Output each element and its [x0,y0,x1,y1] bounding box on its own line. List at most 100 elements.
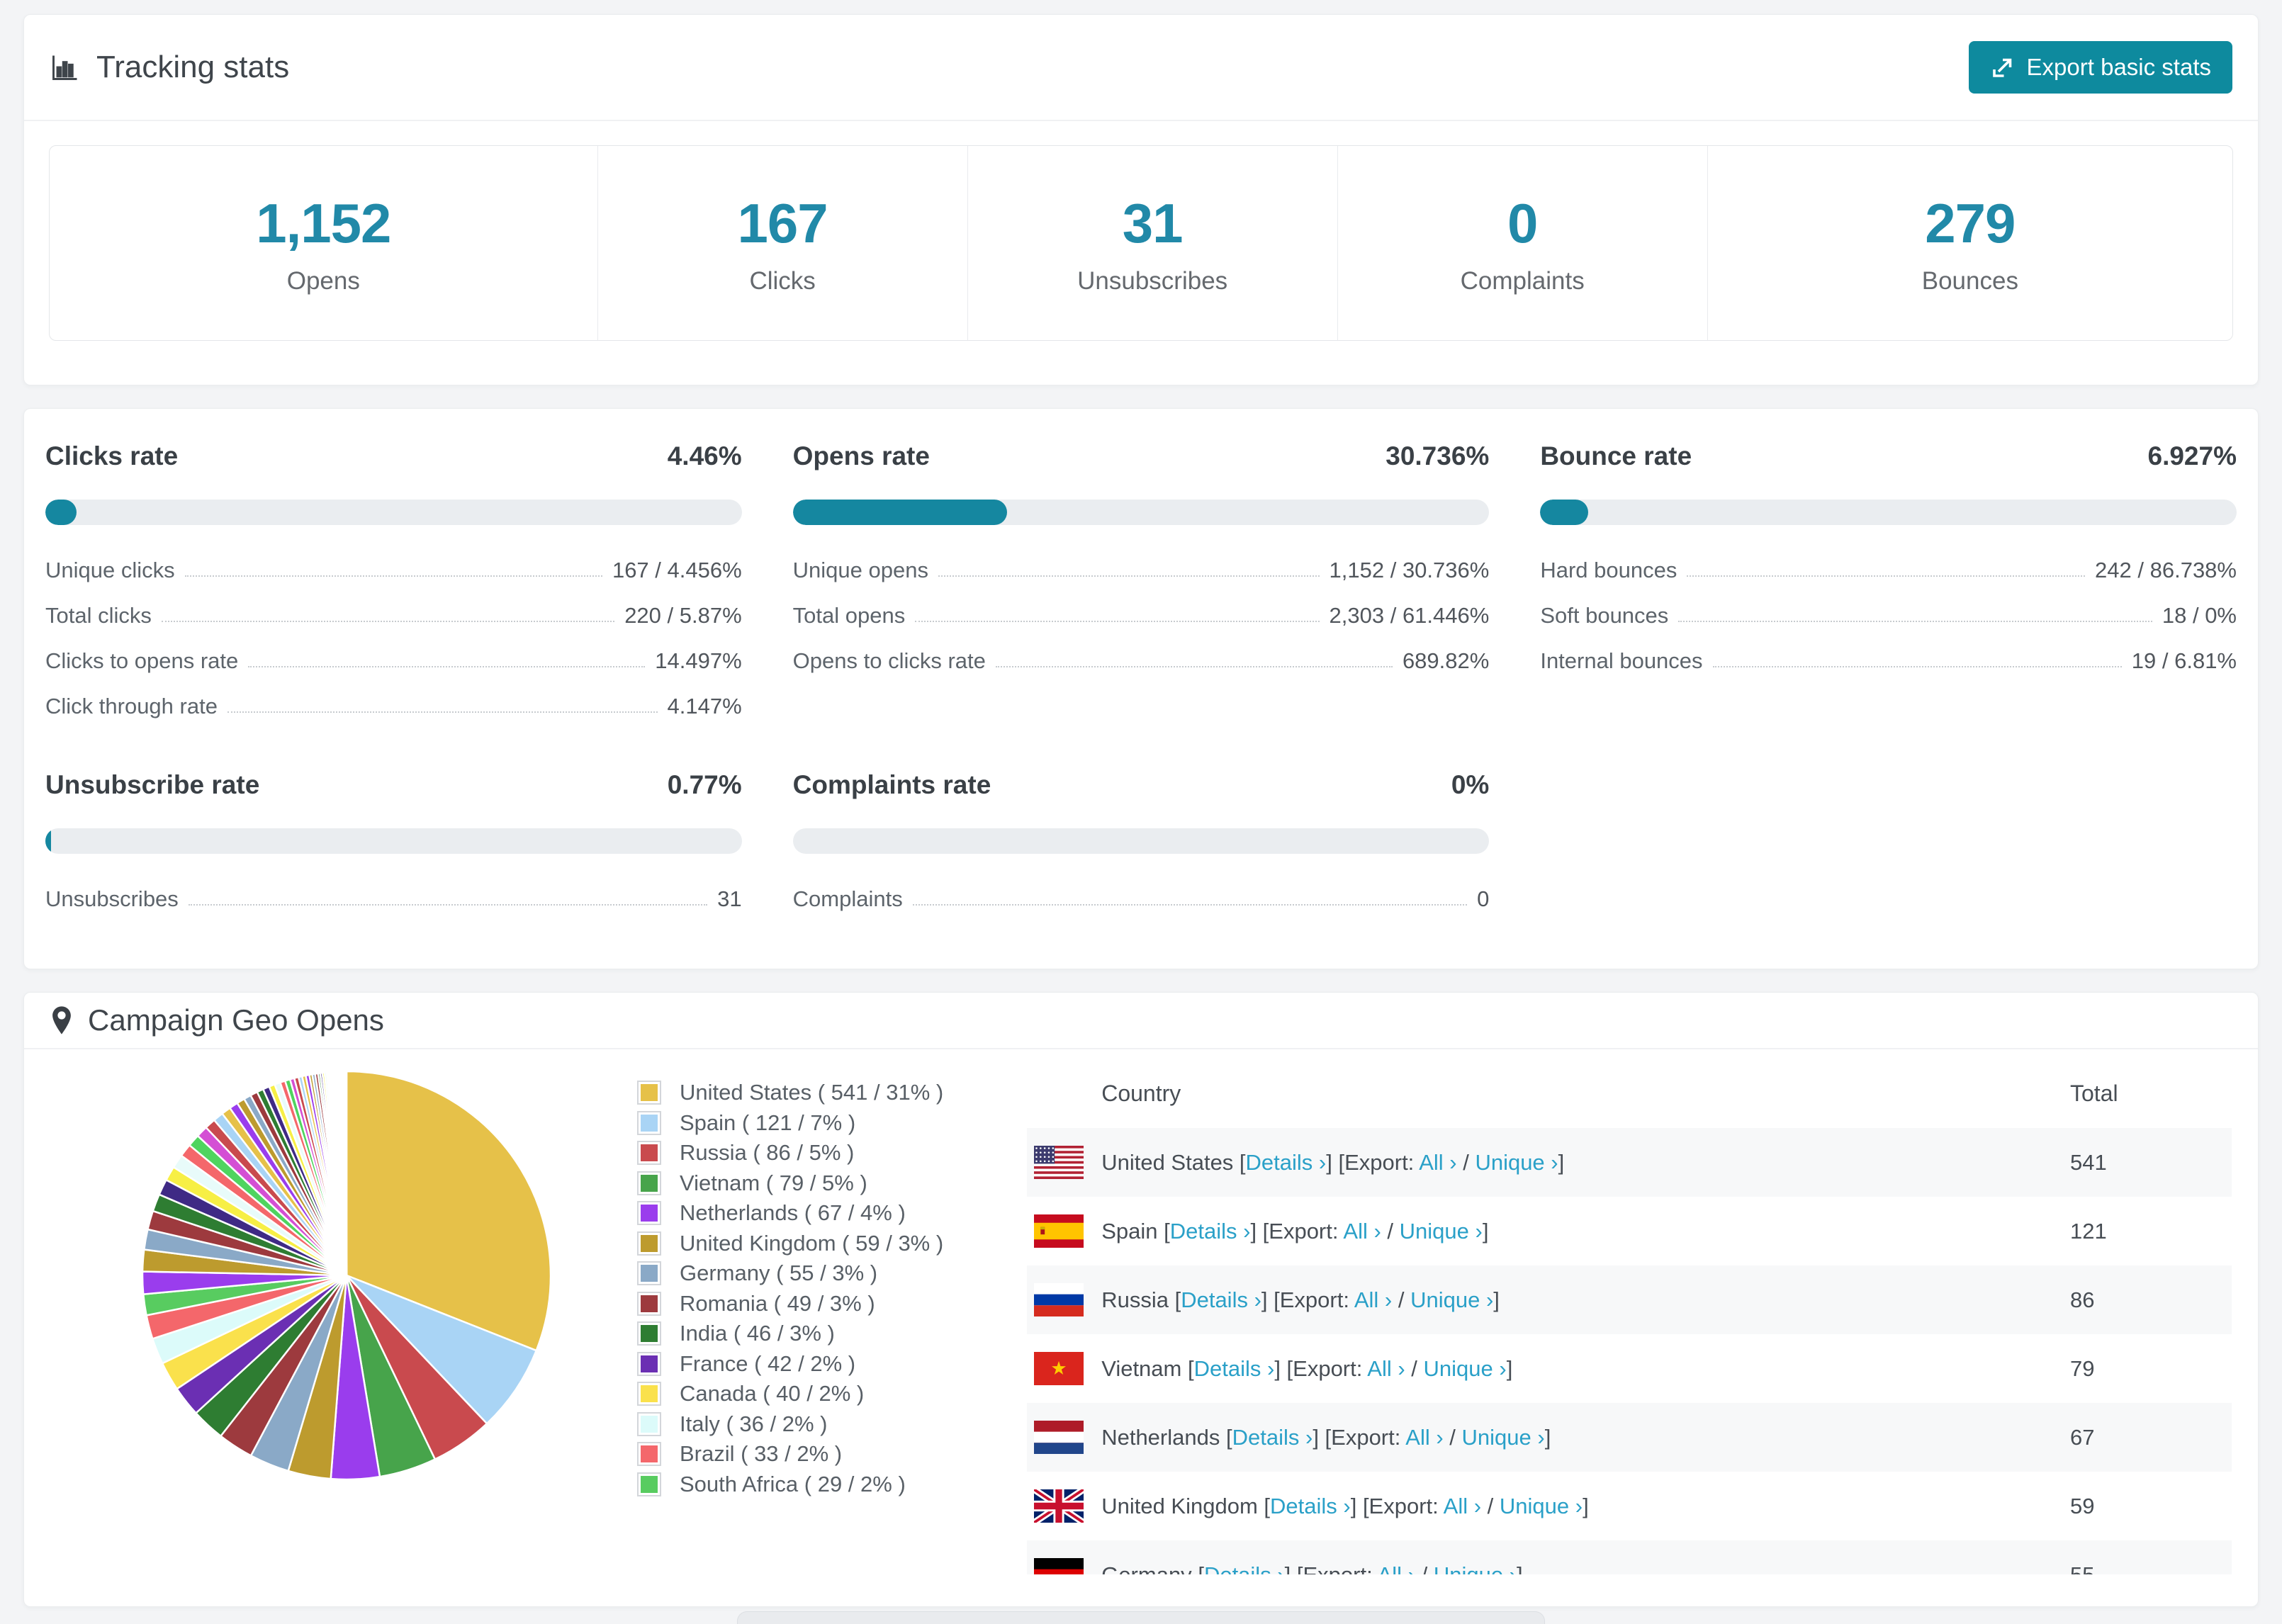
legend-swatch [637,1291,661,1316]
rate-detail-label: Soft bounces [1540,603,1669,628]
total-cell: 541 [2070,1149,2107,1175]
details-link[interactable]: Details › [1204,1562,1285,1575]
country-cell: Vietnam [Details ›] [Export: All › / Uni… [1101,1355,1513,1381]
export-all-link[interactable]: All › [1367,1356,1405,1381]
legend-swatch [637,1351,661,1376]
country-name: Russia [1101,1287,1175,1312]
stat-value: 31 [1122,191,1184,254]
bar-chart-icon [50,52,81,83]
rate-detail-label: Hard bounces [1540,558,1677,582]
rate-detail-label: Internal bounces [1540,648,1703,673]
geo-opens-body: United States ( 541 / 31% ) Spain ( 121 /… [24,1049,2258,1574]
export-unique-link[interactable]: Unique › [1410,1287,1493,1312]
dotted-leader [1712,666,2122,667]
dotted-leader [915,621,1320,622]
legend-item: India ( 46 / 3% ) [637,1319,943,1349]
rate-block-bounce-rate: Bounce rate 6.927% Hard bounces 242 / 86.73… [1540,441,2237,719]
legend-label: Romania ( 49 / 3% ) [680,1290,875,1316]
gb-flag-icon [1034,1489,1101,1523]
details-link[interactable]: Details › [1232,1425,1313,1450]
total-cell: 67 [2070,1424,2095,1450]
legend-label: Vietnam ( 79 / 5% ) [680,1170,867,1195]
export-all-link[interactable]: All › [1405,1425,1443,1450]
details-link[interactable]: Details › [1170,1219,1251,1244]
stat-unsubscribes: 31 Unsubscribes [967,146,1337,340]
dotted-leader [938,575,1320,577]
legend-swatch [637,1231,661,1256]
geo-country-table: Country Total United States [Details ›] … [1027,1062,2232,1574]
rate-detail-value: 4.147% [667,694,742,718]
geo-opens-card: Campaign Geo Opens United States ( 541 /… [23,992,2259,1607]
progress-bar [45,500,742,525]
stat-value: 167 [737,191,828,254]
legend-label: Italy ( 36 / 2% ) [680,1411,828,1436]
progress-bar [792,828,1490,854]
rate-value: 30.736% [1386,441,1490,470]
details-link[interactable]: Details › [1194,1356,1275,1381]
export-unique-link[interactable]: Unique › [1424,1356,1507,1381]
de-flag-icon [1034,1558,1101,1574]
progress-bar [792,500,1490,525]
rate-detail-row: Total opens 2,303 / 61.446% [793,603,1490,628]
country-column-header: Country [1101,1081,1181,1106]
export-all-link[interactable]: All › [1378,1562,1415,1575]
legend-label: France ( 42 / 2% ) [680,1350,856,1376]
rates-grid: Clicks rate 4.46% Unique clicks 167 / 4.456… [45,441,2237,912]
details-link[interactable]: Details › [1270,1494,1351,1518]
next-section-partial [737,1611,1545,1624]
table-row-de: Germany [Details ›] [Export: All › / Uni… [1027,1540,2232,1574]
table-row-us: United States [Details ›] [Export: All ›… [1027,1128,2232,1197]
export-unique-link[interactable]: Unique › [1400,1219,1483,1244]
rate-detail-label: Click through rate [45,694,218,718]
country-name: Spain [1101,1218,1164,1244]
vn-flag-icon [1034,1352,1101,1385]
legend-swatch [637,1110,661,1135]
country-cell: United States [Details ›] [Export: All ›… [1101,1149,1565,1175]
rate-detail-value: 220 / 5.87% [624,603,742,628]
stat-label: Clicks [749,266,816,295]
legend-label: India ( 46 / 3% ) [680,1321,835,1346]
export-all-link[interactable]: All › [1419,1150,1456,1175]
rate-detail-label: Opens to clicks rate [792,648,986,673]
table-row-ru: Russia [Details ›] [Export: All › / Uniq… [1027,1265,2232,1334]
legend-label: South Africa ( 29 / 2% ) [680,1471,906,1496]
tracking-stats-header: Tracking stats Export basic stats [24,15,2258,121]
geo-opens-title: Campaign Geo Opens [88,1003,384,1037]
legend-label: Canada ( 40 / 2% ) [680,1381,865,1406]
dotted-leader [1678,621,2152,622]
tracking-stats-card: Tracking stats Export basic stats 1,152 O… [23,14,2259,385]
dotted-leader [227,711,658,713]
progress-bar [1540,500,2237,525]
export-unique-link[interactable]: Unique › [1475,1150,1558,1175]
export-all-link[interactable]: All › [1343,1219,1381,1244]
export-unique-link[interactable]: Unique › [1500,1494,1583,1518]
total-cell: 79 [2070,1355,2095,1381]
legend-label: Netherlands ( 67 / 4% ) [680,1200,906,1226]
export-basic-stats-button[interactable]: Export basic stats [1968,41,2232,94]
stat-clicks: 167 Clicks [597,146,967,340]
stat-value: 279 [1925,191,2016,254]
legend-swatch [637,1081,661,1105]
legend-item: Netherlands ( 67 / 4% ) [637,1198,943,1229]
details-link[interactable]: Details › [1181,1287,1261,1312]
export-unique-link[interactable]: Unique › [1434,1562,1517,1575]
legend-label: United States ( 541 / 31% ) [680,1080,944,1105]
rate-title: Opens rate [792,441,930,470]
legend-swatch [637,1442,661,1467]
rate-detail-row: Hard bounces 242 / 86.738% [1540,558,2237,583]
export-all-link[interactable]: All › [1354,1287,1392,1312]
legend-item: France ( 42 / 2% ) [637,1349,943,1380]
rate-detail-row: Complaints 0 [793,886,1490,912]
export-unique-link[interactable]: Unique › [1462,1425,1545,1450]
legend-item: Brazil ( 33 / 2% ) [637,1439,943,1470]
legend-swatch [637,1411,661,1436]
export-all-link[interactable]: All › [1444,1494,1481,1518]
legend-item: United States ( 541 / 31% ) [637,1078,943,1108]
rates-card: Clicks rate 4.46% Unique clicks 167 / 4.456… [23,408,2259,969]
country-name: Germany [1101,1562,1198,1575]
details-link[interactable]: Details › [1246,1150,1327,1175]
stat-value: 1,152 [256,191,391,254]
rate-block-unsubscribe-rate: Unsubscribe rate 0.77% Unsubscribes 31 [45,770,742,912]
ru-flag-icon [1034,1283,1101,1316]
total-cell: 121 [2070,1218,2107,1244]
